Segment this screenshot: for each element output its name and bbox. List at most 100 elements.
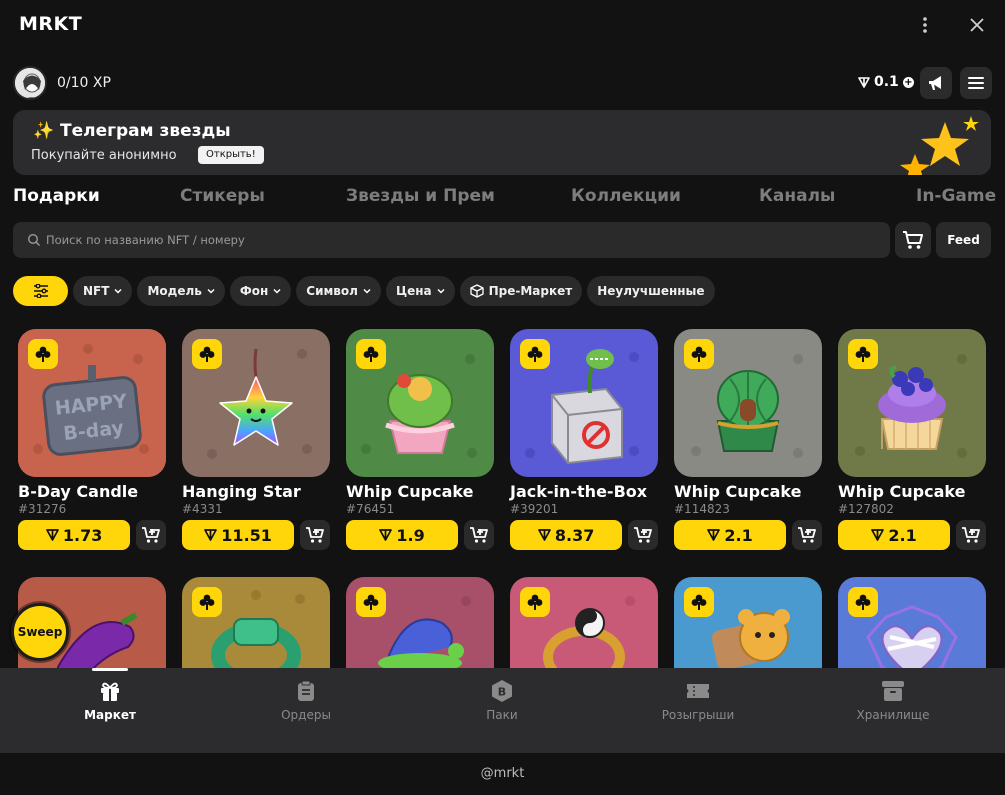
ton-balance[interactable]: 0.1 +: [858, 74, 914, 90]
gift-card[interactable]: Whip Cupcake #76451 1.9: [346, 329, 494, 550]
buy-price-button[interactable]: 8.37: [510, 520, 623, 550]
search-bar: [13, 222, 890, 258]
gift-card[interactable]: Jack-in-the-Box #39201 8.37: [510, 329, 658, 550]
add-to-cart-button[interactable]: [628, 520, 658, 550]
cart-add-icon: [634, 527, 652, 543]
nav-giveaways[interactable]: Розыгрыши: [628, 678, 768, 722]
add-to-cart-button[interactable]: [792, 520, 822, 550]
tab-collections[interactable]: Коллекции: [571, 186, 681, 206]
tab-stars-premium[interactable]: Звезды и Прем: [346, 186, 495, 206]
cart-add-icon: [962, 527, 980, 543]
gift-image[interactable]: [182, 329, 330, 477]
add-to-cart-button[interactable]: [300, 520, 330, 550]
price-value: 1.73: [62, 525, 103, 545]
gift-image[interactable]: HAPPY B-day: [18, 329, 166, 477]
gift-card[interactable]: Hanging Star #4331 11.51: [182, 329, 330, 550]
add-to-cart-button[interactable]: [464, 520, 494, 550]
filter-nft[interactable]: NFT: [73, 276, 133, 306]
stars-promo-banner[interactable]: ✨ Телеграм звезды Покупайте анонимно Отк…: [13, 110, 991, 175]
balance-value: 0.1: [874, 74, 899, 90]
gift-card[interactable]: [182, 577, 330, 668]
buy-price-button[interactable]: 2.1: [838, 520, 951, 550]
filter-pre-market[interactable]: Пре-Маркет: [459, 276, 583, 306]
gift-image[interactable]: [838, 329, 986, 477]
buy-price-button[interactable]: 1.73: [18, 520, 131, 550]
banner-open-button[interactable]: Открыть!: [198, 146, 264, 164]
gift-card[interactable]: [674, 577, 822, 668]
clover-badge-icon: [356, 339, 386, 369]
gift-number: #127802: [838, 502, 894, 516]
buy-price-button[interactable]: 2.1: [674, 520, 787, 550]
filter-unupgraded[interactable]: Неулучшенные: [587, 276, 715, 306]
svg-text:B: B: [498, 686, 506, 699]
nav-giveaways-label: Розыгрыши: [661, 708, 735, 722]
chevron-down-icon: [114, 288, 122, 294]
gift-image[interactable]: [510, 577, 658, 668]
ticket-icon: [687, 684, 709, 698]
gift-image[interactable]: [346, 577, 494, 668]
gift-card[interactable]: [838, 577, 986, 668]
close-button[interactable]: [964, 12, 990, 38]
filter-pre-market-label: Пре-Маркет: [488, 284, 573, 298]
category-tabs: Подарки Стикеры Звезды и Прем Коллекции …: [0, 186, 1005, 212]
add-to-cart-button[interactable]: [136, 520, 166, 550]
more-menu-button[interactable]: [912, 12, 938, 38]
filter-model[interactable]: Модель: [137, 276, 225, 306]
tab-stickers[interactable]: Стикеры: [180, 186, 265, 206]
gift-name: Whip Cupcake: [346, 482, 474, 501]
gift-image[interactable]: [674, 329, 822, 477]
gift-card[interactable]: [510, 577, 658, 668]
tab-gifts[interactable]: Подарки: [13, 186, 100, 206]
nav-storage[interactable]: Хранилище: [823, 678, 963, 722]
price-value: 2.1: [888, 525, 917, 545]
buy-price-button[interactable]: 11.51: [182, 520, 295, 550]
gift-name: Whip Cupcake: [674, 482, 802, 501]
filter-price[interactable]: Цена: [385, 276, 455, 306]
gift-card[interactable]: Whip Cupcake #127802 2.1: [838, 329, 986, 550]
ton-icon: [858, 76, 870, 88]
gift-number: #114823: [674, 502, 730, 516]
stars-illustration-icon: [900, 116, 979, 175]
gift-number: #76451: [346, 502, 395, 516]
gift-image[interactable]: [510, 329, 658, 477]
price-value: 11.51: [221, 525, 272, 545]
avatar[interactable]: [13, 66, 47, 100]
clover-badge-icon: [520, 339, 550, 369]
nav-packs[interactable]: B Паки: [432, 678, 572, 722]
archive-icon: [882, 681, 904, 701]
sliders-icon: [33, 284, 48, 298]
gift-image[interactable]: [346, 329, 494, 477]
nav-market[interactable]: Маркет: [40, 678, 180, 722]
filter-settings-button[interactable]: [13, 276, 68, 306]
tab-in-game[interactable]: In-Game: [916, 186, 996, 206]
filter-bar: NFT Модель Фон Символ Цена Пре-Маркет Не…: [13, 276, 715, 306]
tab-channels[interactable]: Каналы: [759, 186, 835, 206]
price-value: 8.37: [554, 525, 595, 545]
buy-price-button[interactable]: 1.9: [346, 520, 459, 550]
gift-card[interactable]: [346, 577, 494, 668]
gift-image[interactable]: [674, 577, 822, 668]
cart-button[interactable]: [895, 222, 931, 258]
add-funds-icon[interactable]: +: [902, 76, 914, 88]
ton-icon: [204, 529, 218, 541]
announcements-button[interactable]: [920, 67, 952, 99]
gift-card[interactable]: HAPPY B-day B-Day Candle #31276 1.73: [18, 329, 166, 550]
gift-grid: HAPPY B-day B-Day Candle #31276 1.73 Hang…: [18, 329, 998, 668]
nav-orders[interactable]: Ордеры: [236, 678, 376, 722]
search-icon: [27, 233, 40, 246]
clover-badge-icon: [192, 587, 222, 617]
nav-orders-label: Ордеры: [281, 708, 331, 722]
sweep-button[interactable]: Sweep: [11, 603, 69, 661]
gift-image[interactable]: [182, 577, 330, 668]
hamburger-menu-button[interactable]: [960, 67, 992, 99]
filter-symbol[interactable]: Символ: [296, 276, 381, 306]
nav-market-label: Маркет: [84, 708, 136, 722]
vertical-dots-icon: [923, 17, 927, 33]
search-input[interactable]: [46, 222, 866, 258]
add-to-cart-button[interactable]: [956, 520, 986, 550]
feed-button[interactable]: Feed: [936, 222, 991, 258]
filter-nft-label: NFT: [83, 284, 110, 298]
filter-background[interactable]: Фон: [229, 276, 292, 306]
gift-card[interactable]: Whip Cupcake #114823 2.1: [674, 329, 822, 550]
gift-image[interactable]: [838, 577, 986, 668]
